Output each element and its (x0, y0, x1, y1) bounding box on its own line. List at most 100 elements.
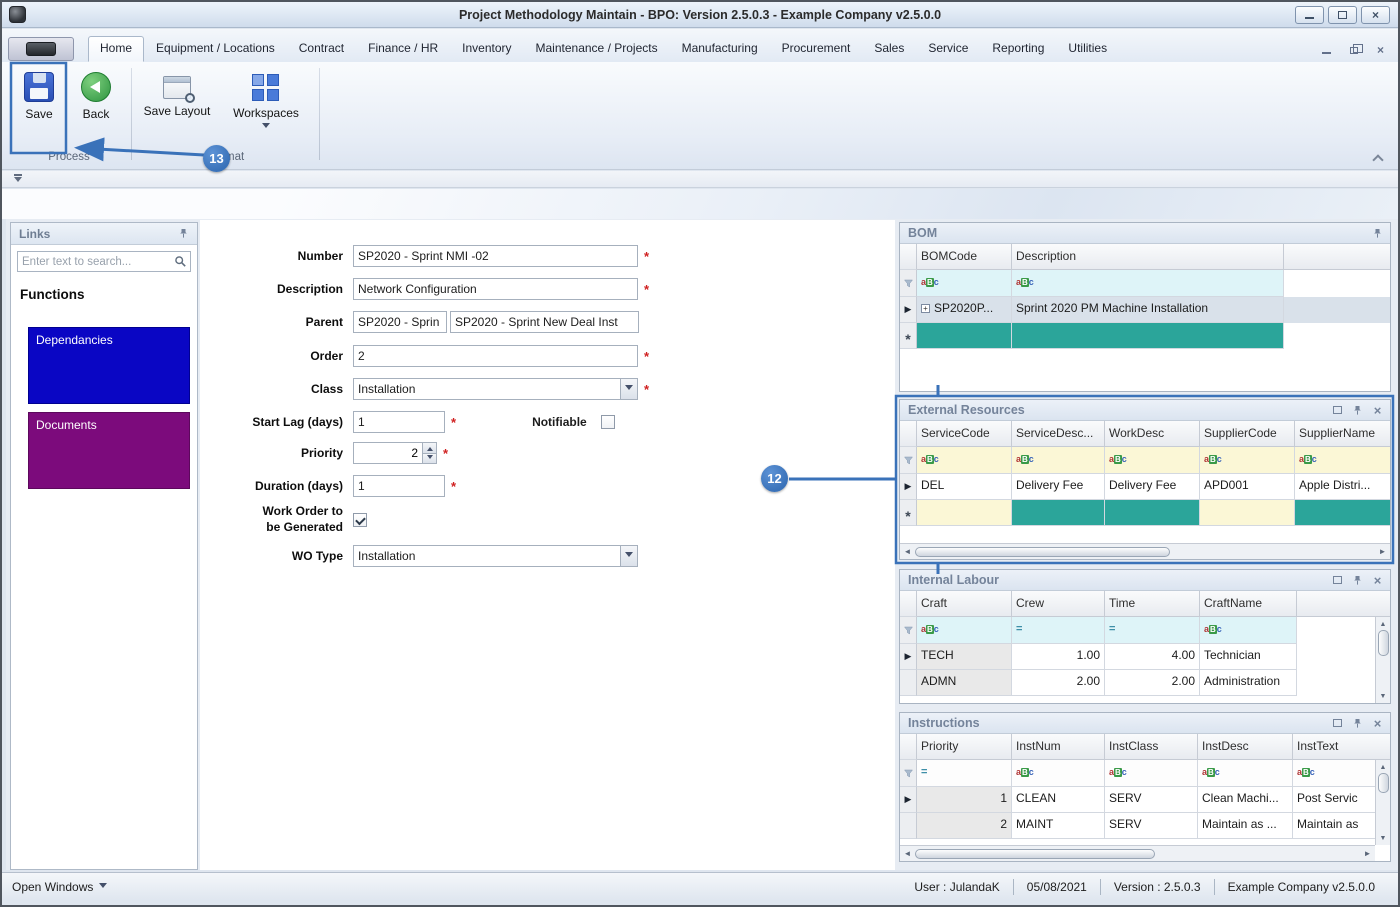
close-icon[interactable]: × (1370, 716, 1385, 731)
time-cell[interactable]: 4.00 (1105, 644, 1200, 670)
close-icon[interactable]: × (1370, 403, 1385, 418)
start-lag-input[interactable] (353, 411, 445, 433)
column-header[interactable]: SupplierCode (1200, 421, 1295, 447)
column-header[interactable]: CraftName (1200, 591, 1297, 617)
work-desc-cell[interactable]: Delivery Fee (1105, 474, 1200, 500)
tab-inventory[interactable]: Inventory (450, 36, 523, 62)
dropdown-button[interactable] (620, 546, 637, 566)
pin-icon[interactable] (176, 226, 191, 241)
scroll-up-arrow[interactable]: ▲ (1376, 761, 1390, 773)
pin-icon[interactable] (1350, 573, 1365, 588)
tab-equipment-locations[interactable]: Equipment / Locations (144, 36, 287, 62)
craft-name-cell[interactable]: Administration (1200, 670, 1297, 696)
dropdown-button[interactable] (620, 379, 637, 399)
craft-cell[interactable]: ADMN (917, 670, 1012, 696)
filter-cell[interactable]: aBc (1012, 270, 1284, 297)
filter-cell[interactable]: = (1012, 617, 1105, 644)
scroll-right-arrow[interactable]: ► (1360, 849, 1375, 858)
pin-icon[interactable] (1350, 403, 1365, 418)
number-input[interactable] (353, 245, 638, 267)
column-header[interactable]: Time (1105, 591, 1200, 617)
column-header[interactable]: Description (1012, 244, 1284, 270)
tab-home[interactable]: Home (88, 36, 145, 62)
time-cell[interactable]: 2.00 (1105, 670, 1200, 696)
filter-cell[interactable]: aBc (1295, 447, 1390, 474)
column-header[interactable]: InstNum (1012, 734, 1105, 760)
new-row-cell[interactable] (1200, 500, 1295, 526)
new-row-cell[interactable] (1105, 500, 1200, 526)
column-header[interactable]: WorkDesc (1105, 421, 1200, 447)
spinner-down-button[interactable] (423, 452, 436, 463)
filter-cell[interactable]: aBc (1012, 447, 1105, 474)
tab-procurement[interactable]: Procurement (770, 36, 863, 62)
maximize-icon[interactable] (1330, 573, 1345, 588)
scroll-left-arrow[interactable]: ◄ (900, 849, 915, 858)
tab-reporting[interactable]: Reporting (980, 36, 1056, 62)
new-row-cell[interactable] (1295, 500, 1390, 526)
close-icon[interactable]: × (1370, 573, 1385, 588)
column-header[interactable]: ServiceCode (917, 421, 1012, 447)
filter-cell[interactable]: aBc (1200, 447, 1295, 474)
filter-cell[interactable]: aBc (1012, 760, 1105, 787)
filter-cell[interactable]: = (1105, 617, 1200, 644)
parent-description-input[interactable] (450, 311, 639, 333)
search-input[interactable] (18, 255, 174, 268)
parent-code-input[interactable] (353, 311, 447, 333)
app-menu-button[interactable] (8, 37, 74, 61)
supplier-code-cell[interactable]: APD001 (1200, 474, 1295, 500)
column-header[interactable]: ServiceDesc... (1012, 421, 1105, 447)
work-order-generated-checkbox[interactable] (353, 512, 367, 527)
service-desc-cell[interactable]: Delivery Fee (1012, 474, 1105, 500)
filter-cell[interactable]: aBc (917, 617, 1012, 644)
scroll-left-arrow[interactable]: ◄ (900, 547, 915, 556)
filter-cell[interactable]: aBc (917, 270, 1012, 297)
order-input[interactable] (353, 345, 638, 367)
open-windows-button[interactable]: Open Windows (12, 880, 108, 894)
inst-num-cell[interactable]: MAINT (1012, 813, 1105, 839)
crew-cell[interactable]: 2.00 (1012, 670, 1105, 696)
priority-cell[interactable]: 2 (917, 813, 1012, 839)
class-dropdown[interactable]: Installation (353, 378, 638, 400)
wo-type-dropdown[interactable]: Installation (353, 545, 638, 567)
scroll-down-arrow[interactable]: ▼ (1376, 690, 1390, 702)
workspaces-button[interactable]: Workspaces (226, 66, 306, 152)
column-header[interactable]: BOMCode (917, 244, 1012, 270)
filter-cell[interactable]: aBc (1105, 760, 1198, 787)
bom-description-cell[interactable]: Sprint 2020 PM Machine Installation (1012, 297, 1284, 323)
scroll-down-arrow[interactable]: ▼ (1376, 832, 1390, 844)
new-row-cell[interactable] (1012, 323, 1284, 349)
filter-cell[interactable]: aBc (1105, 447, 1200, 474)
tab-service[interactable]: Service (916, 36, 980, 62)
scrollbar-thumb[interactable] (1377, 630, 1389, 656)
inst-class-cell[interactable]: SERV (1105, 787, 1198, 813)
function-item-dependancies[interactable]: Dependancies (28, 327, 190, 404)
inst-num-cell[interactable]: CLEAN (1012, 787, 1105, 813)
filter-cell[interactable]: aBc (1198, 760, 1293, 787)
new-row-cell[interactable] (917, 323, 1012, 349)
mdi-restore-button[interactable] (1349, 43, 1363, 57)
back-button[interactable]: Back (70, 66, 122, 152)
supplier-name-cell[interactable]: Apple Distri... (1295, 474, 1390, 500)
inst-class-cell[interactable]: SERV (1105, 813, 1198, 839)
save-button[interactable]: Save (13, 66, 65, 152)
tab-maintenance-projects[interactable]: Maintenance / Projects (524, 36, 670, 62)
inst-desc-cell[interactable]: Maintain as ... (1198, 813, 1293, 839)
crew-cell[interactable]: 1.00 (1012, 644, 1105, 670)
column-header[interactable]: SupplierName (1295, 421, 1390, 447)
filter-cell[interactable]: aBc (1200, 617, 1297, 644)
expand-icon[interactable]: + (921, 304, 930, 313)
column-header[interactable]: InstText (1293, 734, 1390, 760)
tab-finance-hr[interactable]: Finance / HR (356, 36, 450, 62)
column-header[interactable]: Priority (917, 734, 1012, 760)
scrollbar-thumb[interactable] (915, 546, 1170, 557)
toolbar-overflow-button[interactable] (14, 174, 22, 186)
mdi-close-button[interactable]: × (1377, 43, 1384, 57)
maximize-button[interactable] (1328, 6, 1357, 24)
priority-cell[interactable]: 1 (917, 787, 1012, 813)
function-item-documents[interactable]: Documents (28, 412, 190, 489)
tab-contract[interactable]: Contract (287, 36, 356, 62)
save-layout-button[interactable]: Save Layout (138, 66, 216, 152)
scroll-right-arrow[interactable]: ► (1375, 547, 1390, 556)
filter-cell[interactable]: = (917, 760, 1012, 787)
minimize-button[interactable] (1295, 6, 1324, 24)
